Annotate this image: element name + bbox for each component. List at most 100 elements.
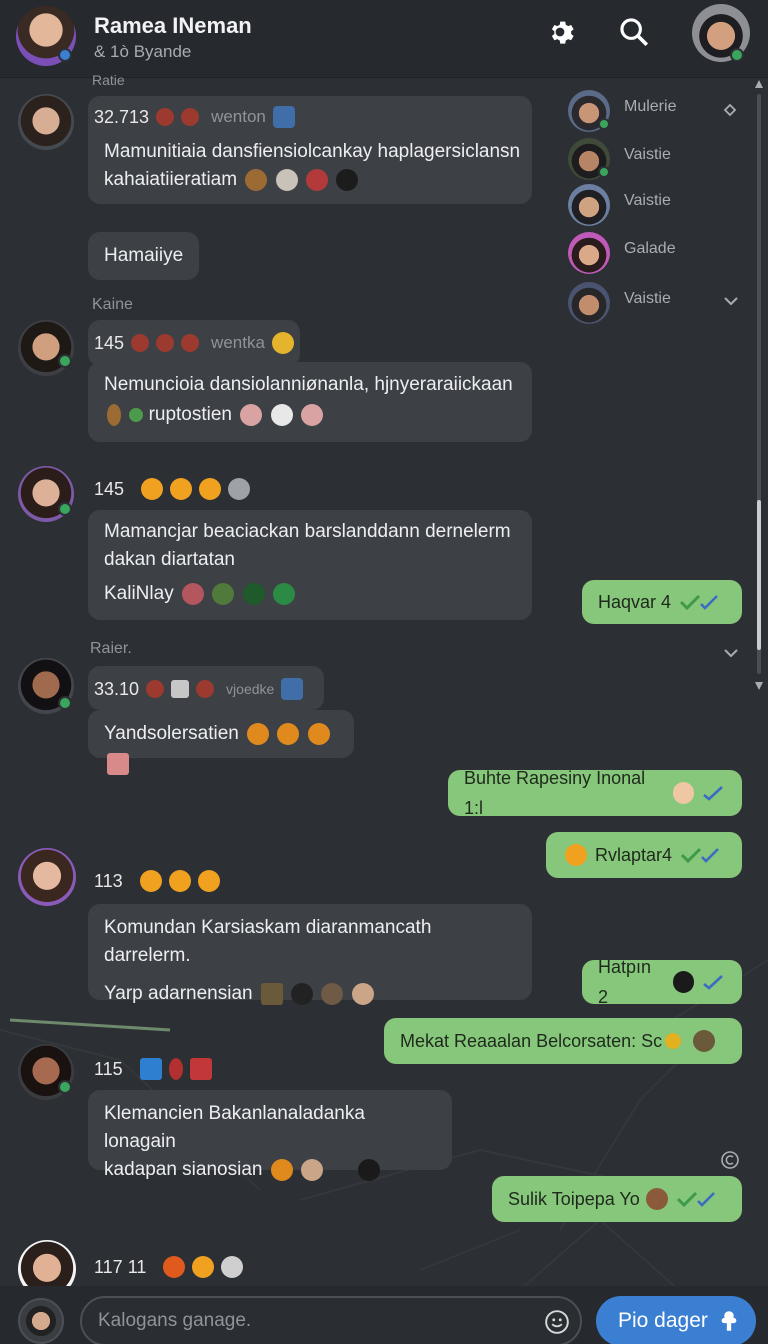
emoji-icon xyxy=(240,403,263,426)
message-line: Komundan Karsiaskam diaranmancath darrel… xyxy=(104,917,432,966)
message-text: Haqvar 4 xyxy=(598,592,672,612)
outgoing-bubble: Buhte Rapesiny Inonal 1:l xyxy=(448,768,742,818)
outgoing-bubble: Rvlaptar4 xyxy=(546,832,742,878)
emoji-icon xyxy=(163,1256,186,1278)
emoji-icon xyxy=(139,1058,162,1080)
member-name: Vaistie xyxy=(624,290,671,307)
emoji-icon xyxy=(351,982,374,1005)
message-line: kadapan sianosian xyxy=(104,1156,436,1184)
emoji-icon xyxy=(275,168,298,191)
double-check-icon xyxy=(676,1189,720,1209)
gear-icon[interactable] xyxy=(540,12,580,52)
double-check-icon xyxy=(680,845,724,865)
badge-icon xyxy=(272,106,295,128)
scrollbar[interactable] xyxy=(754,80,764,690)
message-line: Nemuncioia dansiolanniønanla, hjnyerarai… xyxy=(104,374,513,395)
message-line-text: KaliNlay xyxy=(104,583,174,604)
user-avatar[interactable] xyxy=(18,1298,64,1344)
outgoing-bubble: Sulik Toipepa Yo xyxy=(492,1176,742,1222)
emoji-icon xyxy=(645,1188,668,1210)
emoji-icon xyxy=(170,478,193,500)
emoji-icon xyxy=(221,1256,244,1278)
emoji-icon xyxy=(301,1158,324,1181)
chevron-up-icon[interactable] xyxy=(720,100,740,120)
emoji-icon xyxy=(672,782,694,804)
emoji-icon xyxy=(357,1158,380,1181)
emoji-icon xyxy=(300,403,323,426)
reaction-icon[interactable] xyxy=(196,680,215,698)
reaction-icon[interactable] xyxy=(181,334,200,352)
emoji-icon xyxy=(331,1159,349,1181)
member-item[interactable]: Galade xyxy=(568,230,758,274)
message-line-text: ruptostien xyxy=(148,404,233,425)
message-text: Mekat Reaaalan Belcorsaten: Sc xyxy=(400,1031,663,1051)
message-line: Mamancjar beaciackan barslanddann dernel… xyxy=(104,521,511,542)
emoji-icon xyxy=(107,752,129,775)
message-tag: wentka xyxy=(211,333,265,352)
member-name: Mulerie xyxy=(624,98,677,115)
reaction-icon[interactable] xyxy=(146,680,165,698)
online-status-icon xyxy=(58,502,72,516)
sender-avatar[interactable] xyxy=(18,848,76,906)
message-count: 117 11 xyxy=(94,1256,147,1277)
reaction-icon[interactable] xyxy=(171,680,190,698)
message-meta-line: 113 xyxy=(94,870,220,892)
double-check-icon xyxy=(679,592,723,612)
message-count: 32.713 xyxy=(94,106,150,127)
emoji-icon xyxy=(336,168,359,191)
message-meta-line: 145 xyxy=(94,478,251,500)
member-item[interactable]: Vaistie xyxy=(568,280,758,324)
check-icon xyxy=(702,783,726,803)
emoji-icon xyxy=(168,870,191,892)
message-line: Mamunitiaia dansfiensiolcankay haplagers… xyxy=(104,141,521,162)
reaction-icon[interactable] xyxy=(131,334,150,352)
message-count: 33.10 xyxy=(94,678,140,699)
reaction-icon[interactable] xyxy=(156,108,175,126)
message-text: Hamaiiye xyxy=(104,245,184,266)
emoji-picker-icon[interactable] xyxy=(544,1309,570,1335)
message-tag: vjoedke xyxy=(226,681,275,697)
message-line-text: kahaiatiieratiam xyxy=(104,169,238,190)
message-line: ruptostien xyxy=(104,400,516,430)
message-line: kahaiatiieratiam xyxy=(104,166,520,194)
sender-label: Ratie xyxy=(92,72,125,88)
online-status-icon xyxy=(58,354,72,368)
reaction-icon[interactable] xyxy=(181,108,200,126)
member-item[interactable]: Mulerie xyxy=(568,88,758,132)
sender-label: Raier. xyxy=(90,640,132,657)
outgoing-bubble: Mekat Reaaalan Belcorsaten: Sc xyxy=(384,1018,742,1064)
message-bubble: Klemancien Bakanlanaladanka lonagain kad… xyxy=(88,1090,452,1181)
chat-header: Ramea INeman & 1ò Byande xyxy=(0,0,768,78)
emoji-icon xyxy=(181,582,204,605)
online-status-icon xyxy=(598,118,610,130)
emoji-icon xyxy=(270,403,293,426)
message-meta-line: 32.713 wenton xyxy=(94,106,295,128)
reaction-icon[interactable] xyxy=(156,334,175,352)
member-item[interactable]: Vaistie xyxy=(568,136,758,180)
message-text: Rvlaptar4 xyxy=(595,845,673,865)
info-icon[interactable] xyxy=(720,1150,740,1170)
message-bubble: Yandsolersatien xyxy=(88,710,354,775)
send-button[interactable]: Pio dager xyxy=(596,1296,756,1344)
emoji-icon xyxy=(245,168,268,191)
emoji-icon xyxy=(139,870,162,892)
composer-bar: Kalogans ganage. Pio dager xyxy=(0,1286,768,1344)
send-button-label: Pio dager xyxy=(618,1309,708,1332)
emoji-icon xyxy=(665,1033,682,1049)
message-input[interactable]: Kalogans ganage. xyxy=(80,1296,582,1344)
member-item[interactable]: Vaistie xyxy=(568,182,758,226)
emoji-icon xyxy=(291,982,314,1005)
chevron-down-icon[interactable] xyxy=(720,290,742,312)
emoji-icon xyxy=(277,722,300,745)
chevron-down-icon[interactable] xyxy=(720,642,742,664)
message-count: 115 xyxy=(94,1058,123,1079)
sender-avatar[interactable] xyxy=(18,94,74,150)
online-status-icon xyxy=(58,1080,72,1094)
message-text: Yandsolersatien xyxy=(104,723,239,744)
emoji-icon xyxy=(212,582,235,605)
search-icon[interactable] xyxy=(614,12,654,52)
emoji-icon xyxy=(247,722,270,745)
message-line-text: kadapan sianosian xyxy=(104,1159,263,1180)
message-count: 145 xyxy=(94,332,125,353)
message-bubble: Hamaiiye xyxy=(88,232,200,280)
